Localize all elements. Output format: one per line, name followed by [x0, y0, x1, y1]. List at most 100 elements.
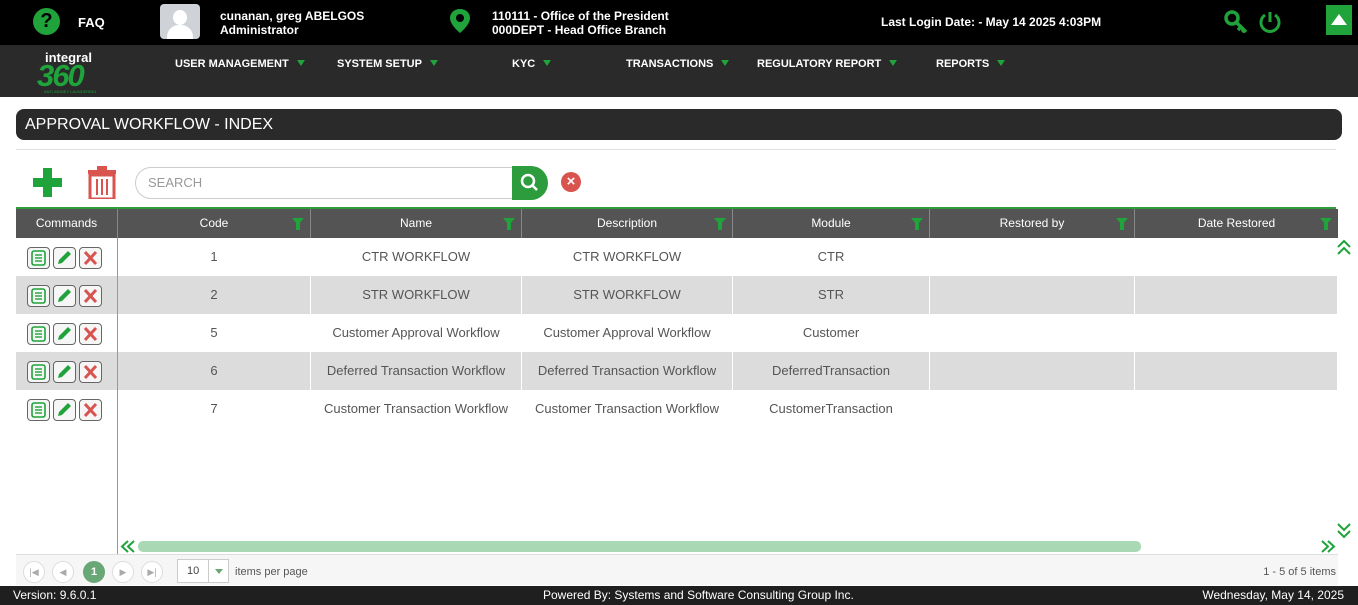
help-icon[interactable]: ?: [33, 8, 60, 35]
menu-kyc[interactable]: KYC: [512, 58, 552, 70]
horizontal-scroll-thumb[interactable]: [138, 541, 1141, 552]
cell-name: CTR WORKFLOW: [311, 238, 522, 276]
office-line2: 000DEPT - Head Office Branch: [492, 23, 667, 37]
cell-date-restored: [1135, 390, 1338, 428]
add-button[interactable]: [33, 168, 62, 197]
page-button-current[interactable]: 1: [83, 561, 105, 583]
table-row[interactable]: 7 Customer Transaction Workflow Customer T…: [16, 390, 1338, 428]
filter-icon[interactable]: [1320, 218, 1332, 230]
menu-reports[interactable]: REPORTS: [936, 58, 1006, 70]
table-row[interactable]: 1 CTR WORKFLOW CTR WORKFLOW CTR: [16, 238, 1338, 276]
cell-code: 1: [118, 238, 311, 276]
menu-transactions[interactable]: TRANSACTIONS: [626, 58, 730, 70]
cell-description: CTR WORKFLOW: [522, 238, 733, 276]
cell-module: CTR: [733, 238, 930, 276]
cell-date-restored: [1135, 276, 1338, 314]
faq-link[interactable]: FAQ: [78, 15, 105, 30]
filter-icon[interactable]: [1116, 218, 1128, 230]
scroll-down-icon[interactable]: [1337, 520, 1351, 540]
cell-date-restored: [1135, 352, 1338, 390]
table-row[interactable]: 5 Customer Approval Workflow Customer Appr…: [16, 314, 1338, 352]
column-header-commands: Commands: [16, 209, 118, 238]
cell-name: Deferred Transaction Workflow: [311, 352, 522, 390]
last-login: Last Login Date: - May 14 2025 4:03PM: [881, 15, 1102, 29]
cell-name: Customer Approval Workflow: [311, 314, 522, 352]
filter-icon[interactable]: [503, 218, 515, 230]
cell-restored-by: [930, 314, 1135, 352]
cell-date-restored: [1135, 238, 1338, 276]
cell-restored-by: [930, 352, 1135, 390]
office-line1: 110111 - Office of the President: [492, 9, 669, 23]
column-header-module[interactable]: Module: [733, 209, 930, 238]
page-size-select[interactable]: 10: [177, 559, 229, 583]
chevron-down-icon: [721, 60, 730, 66]
pager: |◀ ◀ 1 ▶ ▶| 10 items per page 1 - 5 of 5…: [16, 554, 1338, 585]
column-header-code[interactable]: Code: [118, 209, 311, 238]
next-page-button[interactable]: ▶: [112, 561, 134, 583]
user-info: cunanan, greg ABELGOS Administrator: [220, 9, 364, 37]
clear-search-button[interactable]: ×: [561, 172, 581, 192]
power-icon[interactable]: [1258, 10, 1282, 34]
integral360-logo[interactable]: integral 360 ANTI-MONEY LAUNDERING: [37, 48, 107, 96]
version-text: Version: 9.6.0.1: [13, 588, 97, 602]
main-nav: integral 360 ANTI-MONEY LAUNDERING USER …: [0, 45, 1358, 97]
arrow-up-icon: [1331, 14, 1347, 25]
chevron-down-icon: [296, 60, 305, 66]
cell-restored-by: [930, 276, 1135, 314]
cell-restored-by: [930, 390, 1135, 428]
items-per-page-label: items per page: [235, 566, 308, 578]
chevron-down-icon: [997, 60, 1006, 66]
search-icon: [520, 173, 538, 191]
filter-icon[interactable]: [714, 218, 726, 230]
filter-icon[interactable]: [292, 218, 304, 230]
horizontal-scrollbar[interactable]: [119, 540, 1337, 553]
cell-code: 5: [118, 314, 311, 352]
cell-module: DeferredTransaction: [733, 352, 930, 390]
table-row[interactable]: 6 Deferred Transaction Workflow Deferred T…: [16, 352, 1338, 390]
cell-restored-by: [930, 238, 1135, 276]
menu-regulatory-report[interactable]: REGULATORY REPORT: [757, 58, 898, 70]
cell-description: Customer Approval Workflow: [522, 314, 733, 352]
chevron-down-icon: [543, 60, 552, 66]
powered-by-text: Powered By: Systems and Software Consult…: [543, 588, 854, 602]
column-header-date-restored[interactable]: Date Restored: [1135, 209, 1338, 238]
cell-date-restored: [1135, 314, 1338, 352]
footer: Version: 9.6.0.1 Powered By: Systems and…: [0, 586, 1358, 605]
cell-module: CustomerTransaction: [733, 390, 930, 428]
chevron-down-icon: [889, 60, 898, 66]
key-icon[interactable]: [1224, 10, 1248, 34]
column-header-restored-by[interactable]: Restored by: [930, 209, 1135, 238]
cell-description: Deferred Transaction Workflow: [522, 352, 733, 390]
table-row[interactable]: 2 STR WORKFLOW STR WORKFLOW STR: [16, 276, 1338, 314]
prev-page-button[interactable]: ◀: [52, 561, 74, 583]
search-button[interactable]: [512, 166, 548, 200]
scroll-right-icon[interactable]: [1319, 540, 1337, 553]
search-input[interactable]: SEARCH: [135, 167, 513, 199]
cell-name: STR WORKFLOW: [311, 276, 522, 314]
vertical-scrollbar[interactable]: [1337, 238, 1351, 540]
scroll-up-icon[interactable]: [1337, 238, 1351, 258]
page-title: APPROVAL WORKFLOW - INDEX: [16, 109, 1342, 140]
chevron-down-icon: [429, 60, 438, 66]
scroll-top-button[interactable]: [1326, 5, 1352, 35]
user-role: Administrator: [220, 23, 299, 37]
cell-description: Customer Transaction Workflow: [522, 390, 733, 428]
first-page-button[interactable]: |◀: [23, 561, 45, 583]
delete-button[interactable]: [87, 166, 117, 199]
menu-user-management[interactable]: USER MANAGEMENT: [175, 58, 305, 70]
filter-icon[interactable]: [911, 218, 923, 230]
divider: [16, 149, 1336, 150]
menu-system-setup[interactable]: SYSTEM SETUP: [337, 58, 438, 70]
column-header-description[interactable]: Description: [522, 209, 733, 238]
cell-code: 7: [118, 390, 311, 428]
avatar[interactable]: [160, 4, 200, 39]
cell-module: Customer: [733, 314, 930, 352]
column-header-name[interactable]: Name: [311, 209, 522, 238]
user-name: cunanan, greg ABELGOS: [220, 9, 365, 23]
workflow-grid: Commands Code Name Description Module Re…: [16, 209, 1338, 554]
cell-description: STR WORKFLOW: [522, 276, 733, 314]
scroll-left-icon[interactable]: [119, 540, 137, 553]
cell-module: STR: [733, 276, 930, 314]
cell-code: 6: [118, 352, 311, 390]
last-page-button[interactable]: ▶|: [141, 561, 163, 583]
